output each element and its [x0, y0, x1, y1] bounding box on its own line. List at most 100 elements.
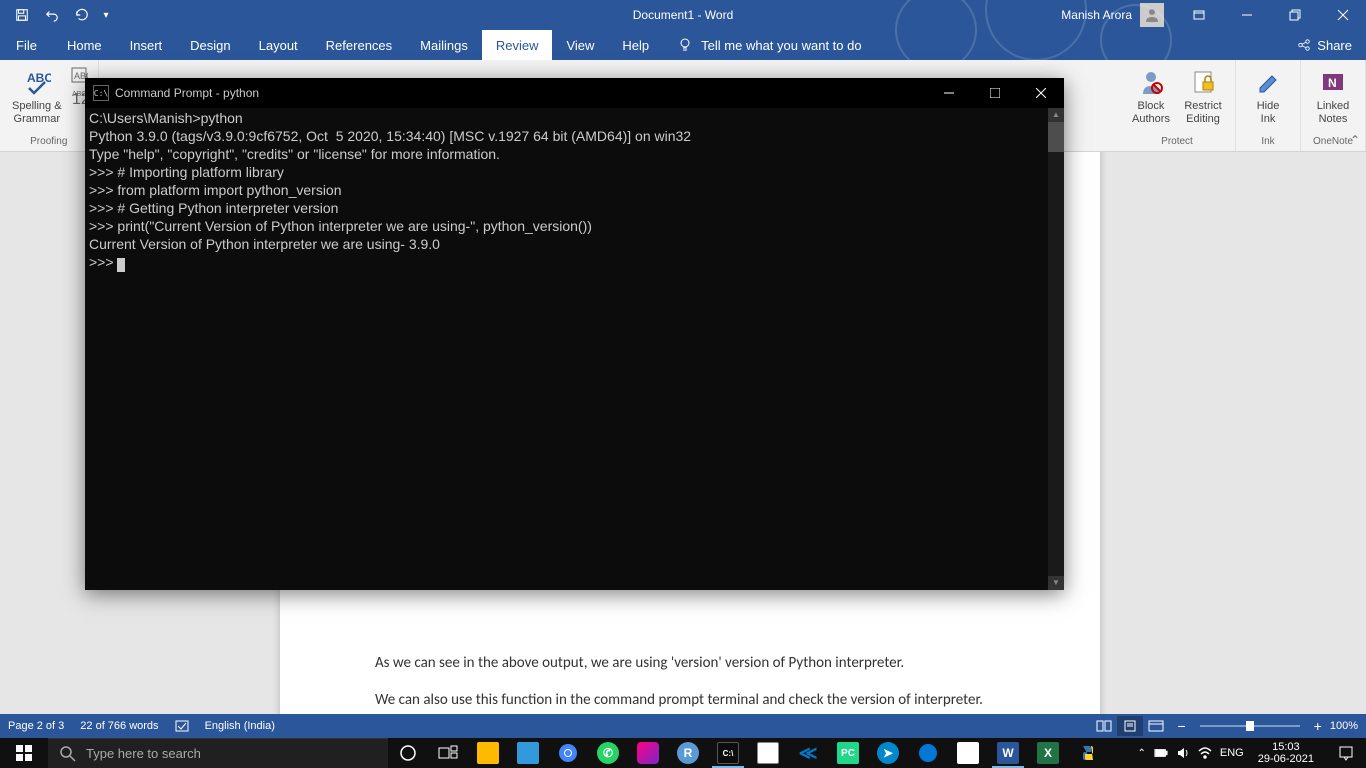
minimize-icon[interactable]: [1224, 0, 1270, 30]
zoom-slider[interactable]: [1200, 725, 1300, 727]
notification-center-icon[interactable]: [1326, 738, 1366, 768]
edge-icon[interactable]: [908, 738, 948, 768]
cmd-minimize-icon[interactable]: [926, 78, 972, 108]
zoom-in-icon[interactable]: +: [1314, 718, 1322, 734]
share-button[interactable]: Share: [1283, 30, 1366, 60]
undo-icon[interactable]: [38, 3, 66, 27]
onenote-icon: N: [1317, 66, 1349, 98]
cmd-window: C:\ Command Prompt - python C:\Users\Man…: [85, 78, 1064, 590]
tab-help[interactable]: Help: [608, 30, 663, 60]
date: 29-06-2021: [1258, 753, 1314, 765]
cmd-maximize-icon[interactable]: [972, 78, 1018, 108]
block-authors-button[interactable]: Block Authors: [1127, 64, 1175, 128]
volume-icon[interactable]: [1176, 746, 1190, 760]
tab-insert[interactable]: Insert: [116, 30, 177, 60]
hide-ink-button[interactable]: Hide Ink: [1244, 64, 1292, 128]
cmd-titlebar[interactable]: C:\ Command Prompt - python: [85, 78, 1064, 108]
zoom-out-icon[interactable]: −: [1177, 718, 1185, 734]
tab-home[interactable]: Home: [53, 30, 116, 60]
language-indicator[interactable]: ENG: [1220, 747, 1244, 759]
restrict-editing-label: Restrict Editing: [1184, 100, 1221, 126]
user-name: Manish Arora: [1061, 8, 1132, 22]
spell-check-status-icon[interactable]: [175, 719, 189, 733]
tab-mailings[interactable]: Mailings: [406, 30, 482, 60]
search-placeholder: Type here to search: [86, 746, 201, 761]
svg-text:ABC: ABC: [27, 71, 51, 85]
word-taskbar-icon[interactable]: W: [988, 738, 1028, 768]
document-title: Document1 - Word: [633, 8, 733, 22]
notepad-icon[interactable]: [748, 738, 788, 768]
app-icon-2[interactable]: [628, 738, 668, 768]
chrome-icon[interactable]: [548, 738, 588, 768]
spelling-icon: ABC: [21, 66, 53, 98]
word-count[interactable]: 22 of 766 words: [80, 720, 158, 732]
app-icon-r[interactable]: R: [668, 738, 708, 768]
tab-layout[interactable]: Layout: [245, 30, 312, 60]
protect-group-label: Protect: [1161, 134, 1193, 149]
save-icon[interactable]: [8, 3, 36, 27]
block-authors-label: Block Authors: [1132, 100, 1170, 126]
close-icon[interactable]: [1320, 0, 1366, 30]
restrict-editing-button[interactable]: Restrict Editing: [1179, 64, 1227, 128]
wifi-icon[interactable]: [1198, 746, 1212, 760]
page-indicator[interactable]: Page 2 of 3: [8, 720, 64, 732]
show-hidden-icons[interactable]: ⌃: [1137, 748, 1145, 759]
linked-notes-button[interactable]: N Linked Notes: [1309, 64, 1357, 128]
scroll-up-icon[interactable]: ▲: [1048, 108, 1064, 122]
app-icon-1[interactable]: [508, 738, 548, 768]
collapse-ribbon-icon[interactable]: ⌃: [1350, 133, 1360, 147]
tell-me-search[interactable]: Tell me what you want to do: [663, 30, 875, 60]
start-button[interactable]: [0, 738, 48, 768]
share-label: Share: [1317, 38, 1352, 53]
scroll-thumb[interactable]: [1048, 122, 1064, 152]
tab-references[interactable]: References: [312, 30, 406, 60]
linked-notes-label: Linked Notes: [1317, 100, 1349, 126]
read-mode-icon[interactable]: [1091, 716, 1117, 736]
word-titlebar: ▾ Document1 - Word Manish Arora: [0, 0, 1366, 30]
onenote-group-label: OneNote: [1313, 134, 1353, 149]
language-indicator[interactable]: English (India): [205, 720, 275, 732]
lightbulb-icon: [677, 37, 693, 53]
python-icon[interactable]: [1068, 738, 1108, 768]
cmd-close-icon[interactable]: [1018, 78, 1064, 108]
spelling-grammar-button[interactable]: ABC Spelling & Grammar: [8, 64, 66, 128]
task-view-icon[interactable]: [428, 738, 468, 768]
print-layout-icon[interactable]: [1117, 716, 1143, 736]
pycharm-icon[interactable]: PC: [828, 738, 868, 768]
whatsapp-icon[interactable]: ✆: [588, 738, 628, 768]
web-layout-icon[interactable]: [1143, 716, 1169, 736]
block-authors-icon: [1135, 66, 1167, 98]
telegram-icon[interactable]: ➤: [868, 738, 908, 768]
file-explorer-icon[interactable]: [468, 738, 508, 768]
tab-view[interactable]: View: [552, 30, 608, 60]
cmd-title: Command Prompt - python: [115, 86, 926, 100]
battery-icon[interactable]: [1154, 746, 1168, 760]
clock[interactable]: 15:03 29-06-2021: [1252, 741, 1320, 765]
time: 15:03: [1258, 741, 1314, 753]
taskbar-search[interactable]: Type here to search: [48, 738, 388, 768]
tab-review[interactable]: Review: [482, 30, 553, 60]
customize-qat-icon[interactable]: ▾: [98, 3, 114, 27]
share-icon: [1297, 38, 1311, 52]
tab-design[interactable]: Design: [176, 30, 244, 60]
cmd-output[interactable]: C:\Users\Manish>python Python 3.9.0 (tag…: [85, 108, 1064, 590]
search-icon: [60, 746, 76, 762]
hide-ink-icon: [1252, 66, 1284, 98]
cmd-taskbar-icon[interactable]: C:\: [708, 738, 748, 768]
ink-group-label: Ink: [1261, 134, 1274, 149]
app-icon-3[interactable]: [948, 738, 988, 768]
ribbon-display-icon[interactable]: [1176, 0, 1222, 30]
user-avatar-icon[interactable]: [1140, 3, 1164, 27]
redo-icon[interactable]: [68, 3, 96, 27]
cortana-icon[interactable]: [388, 738, 428, 768]
cmd-scrollbar[interactable]: ▲ ▼: [1048, 108, 1064, 590]
zoom-level[interactable]: 100%: [1330, 720, 1358, 732]
excel-taskbar-icon[interactable]: X: [1028, 738, 1068, 768]
vscode-icon[interactable]: ≪: [788, 738, 828, 768]
cmd-app-icon: C:\: [93, 85, 109, 101]
restrict-editing-icon: [1187, 66, 1219, 98]
maximize-icon[interactable]: [1272, 0, 1318, 30]
tab-file[interactable]: File: [0, 30, 53, 60]
scroll-down-icon[interactable]: ▼: [1048, 576, 1064, 590]
cmd-cursor: [117, 258, 125, 272]
